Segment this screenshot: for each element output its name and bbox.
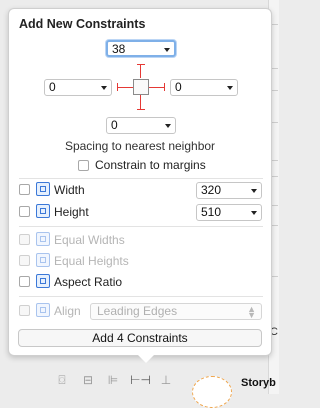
align-icon [36,303,50,317]
equal-heights-icon [36,253,50,267]
height-icon [36,204,50,218]
pin-icon[interactable]: ⊢⊣ [130,373,151,387]
view-center-box [133,79,149,95]
storyboard-preview [192,376,232,408]
spacing-caption: Spacing to nearest neighbor [64,139,216,153]
equal-heights-checkbox[interactable] [19,255,30,266]
resolve-layout-icon[interactable]: ⊥ [158,373,174,387]
equal-widths-label: Equal Widths [54,233,125,247]
aspect-ratio-label: Aspect Ratio [54,275,123,289]
top-spacing-value: 38 [112,42,126,56]
constrain-margins-checkbox[interactable] [78,160,89,171]
height-checkbox[interactable] [19,206,30,217]
right-spacing-value: 0 [175,80,182,94]
chevron-down-icon[interactable] [101,86,107,90]
width-value-field[interactable]: 320 [196,182,262,199]
right-spacer-cap[interactable] [164,83,165,91]
add-constraints-button[interactable]: Add 4 Constraints [18,329,262,347]
align-icon[interactable]: ⊫ [105,373,121,387]
resolve-icon[interactable]: ⌼ [54,373,70,387]
divider [19,226,263,227]
bottom-spacer-cap[interactable] [137,109,145,110]
width-checkbox[interactable] [19,184,30,195]
aspect-ratio-checkbox[interactable] [19,276,30,287]
width-value: 320 [201,183,222,197]
equal-heights-label: Equal Heights [54,254,129,268]
top-spacing-field[interactable]: 38 [106,40,176,57]
right-spacing-field[interactable]: 0 [170,79,238,96]
chevron-down-icon[interactable] [165,124,171,128]
right-spacer-line[interactable] [149,87,165,88]
up-down-arrows-icon: ▲ ▼ [247,304,256,320]
divider [19,296,263,297]
left-spacer-line[interactable] [117,87,133,88]
popover-arrow [137,354,155,363]
left-spacing-field[interactable]: 0 [44,79,112,96]
storyboard-label: Storyb [241,377,276,389]
height-value-field[interactable]: 510 [196,204,262,221]
stack-icon[interactable]: ⊟ [80,373,96,387]
align-value: Leading Edges [97,304,178,318]
chevron-down-icon[interactable] [251,211,257,215]
align-label: Align [54,304,81,318]
divider [19,178,263,179]
top-spacer-cap[interactable] [137,64,145,65]
width-icon [36,182,50,196]
height-label: Height [54,205,89,219]
top-spacer-line[interactable] [140,64,141,78]
chevron-down-icon[interactable] [164,48,170,52]
equal-widths-icon [36,232,50,246]
aspect-ratio-icon [36,274,50,288]
bottom-spacing-value: 0 [111,118,118,132]
width-label: Width [54,183,85,197]
bottom-spacing-field[interactable]: 0 [106,117,176,134]
chevron-down-icon[interactable] [251,189,257,193]
align-select[interactable]: Leading Edges ▲ ▼ [90,303,262,320]
left-spacing-value: 0 [49,80,56,94]
align-checkbox[interactable] [19,305,30,316]
popover-title: Add New Constraints [19,17,146,31]
constrain-margins-label: Constrain to margins [95,158,206,172]
height-value: 510 [201,205,222,219]
chevron-down-icon[interactable] [227,86,233,90]
equal-widths-checkbox[interactable] [19,234,30,245]
bottom-spacer-line[interactable] [140,95,141,109]
